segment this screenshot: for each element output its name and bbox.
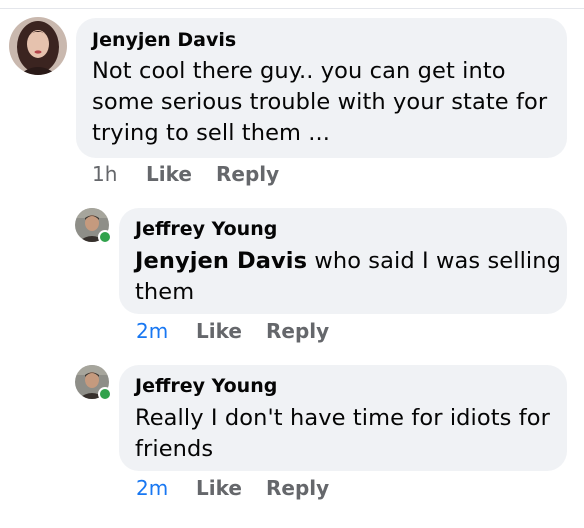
- like-button[interactable]: Like: [196, 319, 242, 343]
- like-button[interactable]: Like: [146, 162, 192, 186]
- comment-text-line: trying to sell them ...: [92, 120, 331, 146]
- avatar-jenyjen[interactable]: [9, 17, 67, 75]
- comment-text: who said I was selling: [307, 248, 562, 274]
- comment-author[interactable]: Jeffrey Young: [135, 375, 277, 397]
- comment-text-line: Jenyjen Davis who said I was selling: [135, 246, 561, 277]
- comment-author[interactable]: Jenyjen Davis: [92, 29, 236, 51]
- comment-timestamp[interactable]: 2m: [136, 476, 168, 500]
- online-status-indicator: [98, 230, 112, 244]
- comment-timestamp[interactable]: 2m: [136, 319, 168, 343]
- comment-timestamp[interactable]: 1h: [92, 162, 117, 186]
- comment-text-line: Not cool there guy.. you can get into: [92, 58, 506, 84]
- comment-text-line: some serious trouble with your state for: [92, 89, 548, 115]
- profile-photo-icon: [9, 17, 67, 75]
- online-status-indicator: [98, 387, 112, 401]
- reply-button[interactable]: Reply: [266, 319, 329, 343]
- reply-button[interactable]: Reply: [266, 476, 329, 500]
- comment-text-line: Really I don't have time for idiots for: [135, 405, 550, 431]
- comment-bubble: Jenyjen Davis Not cool there guy.. you c…: [76, 18, 567, 158]
- comment-bubble: Jeffrey Young Really I don't have time f…: [119, 365, 567, 471]
- comment-text-line: them: [135, 279, 195, 305]
- comment-author[interactable]: Jeffrey Young: [135, 218, 277, 240]
- mention-link[interactable]: Jenyjen Davis: [135, 248, 307, 274]
- comment-text-line: friends: [135, 436, 214, 462]
- reply-button[interactable]: Reply: [216, 162, 279, 186]
- comment-bubble: Jeffrey Young Jenyjen Davis who said I w…: [119, 208, 567, 314]
- like-button[interactable]: Like: [196, 476, 242, 500]
- top-divider: [0, 8, 584, 9]
